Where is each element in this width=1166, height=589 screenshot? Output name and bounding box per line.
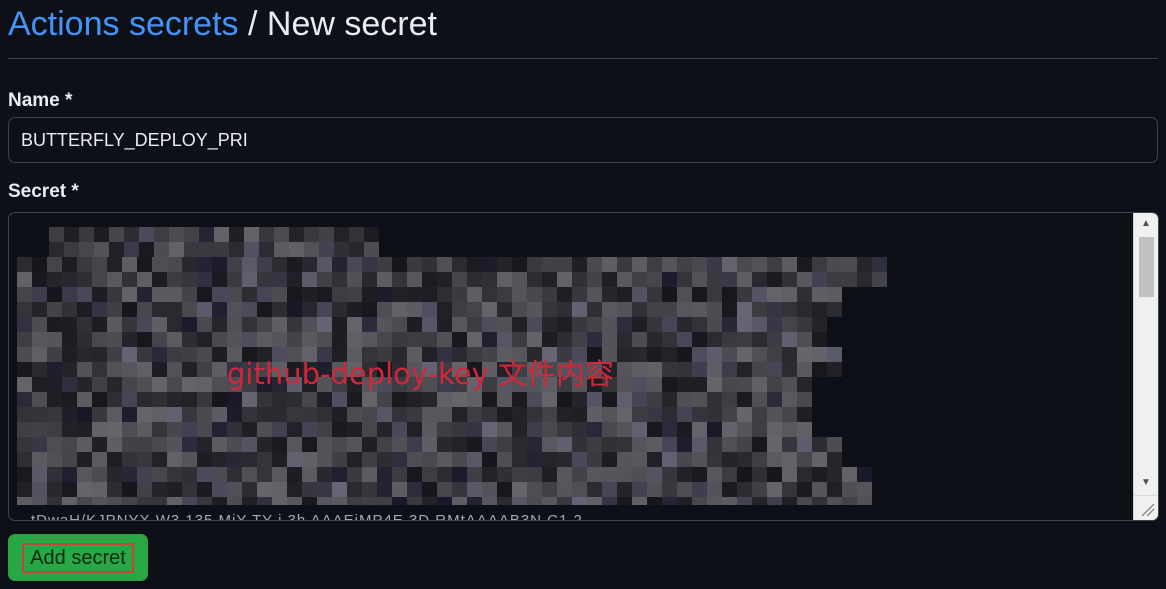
resize-handle-icon[interactable]: [1134, 495, 1158, 520]
secret-scrollbar[interactable]: ▲ ▼: [1133, 213, 1158, 520]
scroll-down-arrow-icon[interactable]: ▼: [1134, 474, 1158, 492]
secret-visible-fragment: tDwaH/KJPNYX W3 135 MiY TY i 3h AAAEiMP4…: [31, 512, 583, 521]
breadcrumb-actions-secrets-link[interactable]: Actions secrets: [8, 5, 239, 43]
page-title: Actions secrets / New secret: [8, 0, 1158, 59]
name-input[interactable]: [8, 117, 1158, 163]
add-secret-button-label: Add secret: [22, 542, 134, 573]
scroll-up-arrow-icon[interactable]: ▲: [1134, 215, 1158, 233]
secret-annotation: github-deploy-key 文件内容: [227, 357, 615, 391]
name-label: Name *: [8, 90, 73, 111]
secret-textarea[interactable]: github-deploy-key 文件内容 tDwaH/KJPNYX W3 1…: [8, 212, 1159, 521]
breadcrumb-separator: /: [247, 5, 258, 43]
add-secret-button[interactable]: Add secret: [8, 534, 148, 581]
secret-label: Secret *: [8, 181, 79, 202]
new-secret-page: Actions secrets / New secret Name * Secr…: [8, 0, 1159, 581]
scroll-thumb[interactable]: [1139, 237, 1154, 297]
breadcrumb-current-page: New secret: [266, 5, 437, 43]
